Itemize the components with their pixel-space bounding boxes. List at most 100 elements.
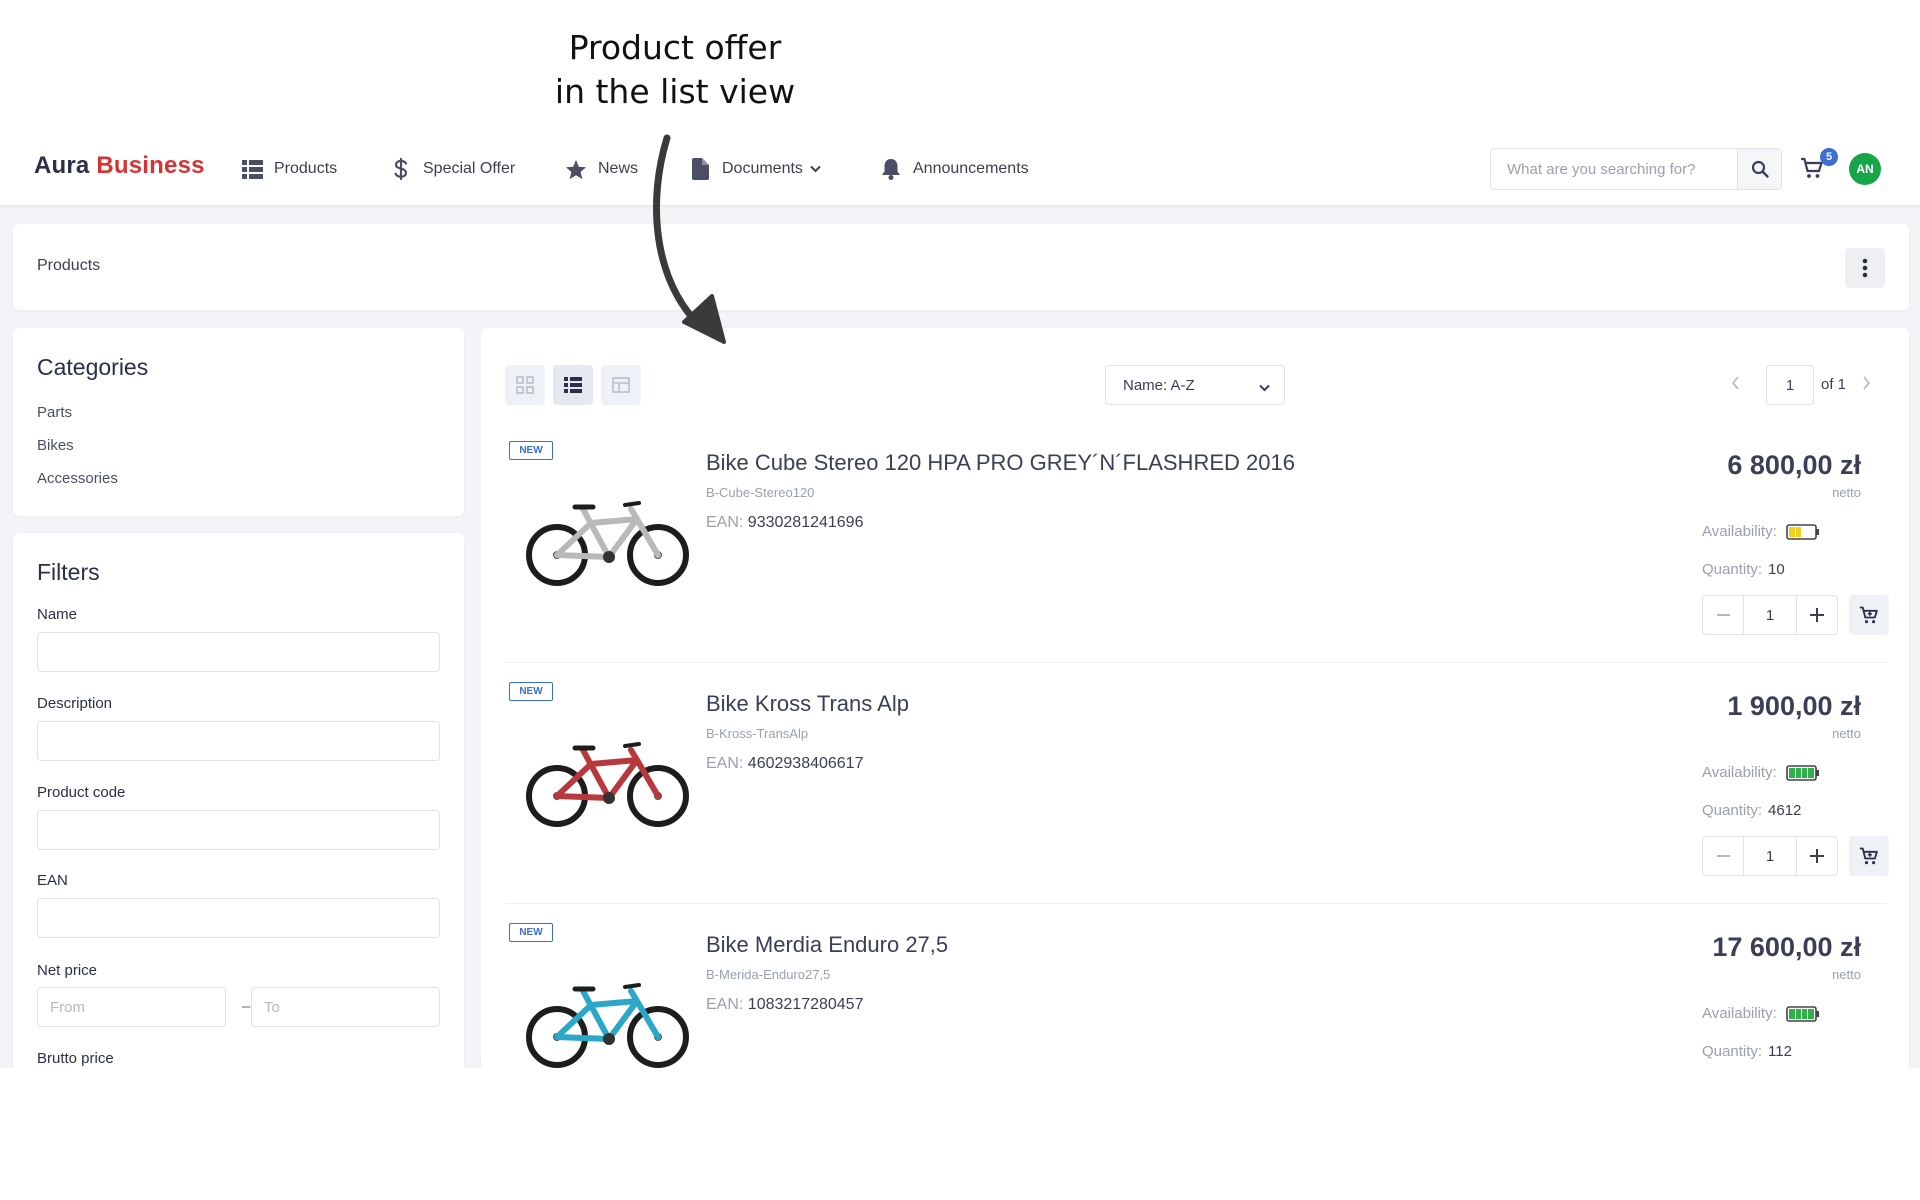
search-icon xyxy=(1751,160,1769,178)
add-to-cart-icon xyxy=(1859,847,1878,865)
stock-quantity: Quantity: 10 xyxy=(1702,561,1785,578)
quantity-label: Quantity: xyxy=(1702,561,1763,578)
quantity-value: 4612 xyxy=(1768,802,1802,819)
stock-quantity: Quantity: 112 xyxy=(1702,1043,1792,1060)
user-avatar[interactable]: AN xyxy=(1849,153,1881,185)
new-badge: NEW xyxy=(509,441,553,460)
annotation-arrow-icon xyxy=(653,134,726,344)
chevron-down-icon xyxy=(1259,379,1270,396)
category-link-accessories[interactable]: Accessories xyxy=(37,470,118,487)
pagination-prev-button[interactable] xyxy=(1731,376,1740,395)
view-grid-button[interactable] xyxy=(505,365,545,405)
quantity-value: 112 xyxy=(1768,1043,1792,1060)
filter-net-price-from-input[interactable] xyxy=(37,987,226,1027)
filter-description-input[interactable] xyxy=(37,721,440,761)
ean-value: 9330281241696 xyxy=(747,514,864,531)
brand-accent: Business xyxy=(96,152,205,179)
more-options-button[interactable] xyxy=(1845,248,1885,288)
filters-title: Filters xyxy=(37,559,100,585)
view-list-button[interactable] xyxy=(553,365,593,405)
product-row-1: NEW Bike Cube Stereo 120 HPA PRO GREY´N´… xyxy=(505,423,1889,663)
product-name-link[interactable]: Bike Merdia Enduro 27,5 xyxy=(706,932,948,958)
filter-brutto-price-label: Brutto price xyxy=(37,1050,114,1067)
categories-panel: Categories Parts Bikes Accessories xyxy=(13,328,464,516)
filter-description-label: Description xyxy=(37,695,113,712)
search-input[interactable] xyxy=(1491,149,1737,189)
nav-item-news[interactable]: News xyxy=(565,154,638,184)
pagination-page-input[interactable] xyxy=(1766,365,1814,405)
brand-name: Aura xyxy=(34,152,90,179)
minus-icon xyxy=(1716,614,1730,616)
search-button[interactable] xyxy=(1737,149,1781,189)
categories-title: Categories xyxy=(37,354,149,380)
product-price: 1 900,00 zł xyxy=(1727,691,1861,721)
order-quantity-input[interactable] xyxy=(1743,596,1797,634)
pagination-total-label: of 1 xyxy=(1821,376,1847,393)
availability-indicator: Availability: xyxy=(1702,764,1820,781)
minus-icon xyxy=(1716,855,1730,857)
stock-quantity: Quantity: 4612 xyxy=(1702,802,1801,819)
nav-item-special-offer[interactable]: Special Offer xyxy=(390,154,515,184)
product-row-3: NEW Bike Merdia Enduro 27,5 B-Merida-End… xyxy=(505,905,1887,1068)
increase-quantity-button[interactable] xyxy=(1797,596,1837,634)
filter-product-code-input[interactable] xyxy=(37,810,440,850)
decrease-quantity-button[interactable] xyxy=(1703,596,1743,634)
filter-ean-label: EAN xyxy=(37,872,68,889)
annotation-line-2: in the list view xyxy=(554,72,796,111)
nav-item-announcements[interactable]: Announcements xyxy=(880,154,1029,184)
price-type-label: netto xyxy=(1832,726,1861,741)
nav-label-products: Products xyxy=(274,160,338,177)
add-to-cart-button[interactable] xyxy=(1849,836,1889,876)
view-table-button[interactable] xyxy=(601,365,641,405)
product-sku: B-Cube-Stereo120 xyxy=(706,485,815,500)
increase-quantity-button[interactable] xyxy=(1797,837,1837,875)
filter-range-dash: – xyxy=(242,998,251,1015)
category-link-bikes[interactable]: Bikes xyxy=(37,437,74,454)
plus-icon xyxy=(1810,849,1824,863)
table-view-icon xyxy=(612,377,630,393)
nav-label-announcements: Announcements xyxy=(913,160,1029,177)
decrease-quantity-button[interactable] xyxy=(1703,837,1743,875)
availability-label: Availability: xyxy=(1702,523,1777,540)
product-image[interactable] xyxy=(525,489,689,591)
availability-label: Availability: xyxy=(1702,1005,1777,1022)
filter-name-label: Name xyxy=(37,606,78,623)
nav-item-products[interactable]: Products xyxy=(241,154,337,184)
filter-net-price-to-input[interactable] xyxy=(251,987,440,1027)
filter-name-input[interactable] xyxy=(37,632,440,672)
app-window: Aura Business Products Special Offer New… xyxy=(0,134,1920,1068)
battery-icon xyxy=(1785,523,1819,540)
add-to-cart-icon xyxy=(1859,606,1878,624)
quantity-stepper xyxy=(1702,836,1838,876)
add-to-cart-button[interactable] xyxy=(1849,595,1889,635)
pagination-next-button[interactable] xyxy=(1862,376,1871,395)
product-name-link[interactable]: Bike Kross Trans Alp xyxy=(706,691,909,717)
quantity-value: 10 xyxy=(1768,561,1785,578)
breadcrumb-title[interactable]: Products xyxy=(37,257,100,275)
cart-count-badge: 5 xyxy=(1820,148,1838,166)
chevron-down-icon xyxy=(810,160,821,178)
sort-select-value: Name: A-Z xyxy=(1123,376,1195,394)
sort-select[interactable]: Name: A-Z xyxy=(1105,365,1285,405)
order-quantity-input[interactable] xyxy=(1743,837,1797,875)
availability-indicator: Availability: xyxy=(1702,523,1820,540)
product-ean: EAN: 4602938406617 xyxy=(706,755,863,773)
product-name-link[interactable]: Bike Cube Stereo 120 HPA PRO GREY´N´FLAS… xyxy=(706,450,1295,476)
plus-icon xyxy=(1810,608,1824,622)
cart-button[interactable]: 5 xyxy=(1800,148,1838,186)
brand-logo[interactable]: Aura Business xyxy=(34,152,205,180)
nav-label-news: News xyxy=(598,160,639,177)
battery-icon xyxy=(1785,1005,1819,1022)
filter-net-price-label: Net price xyxy=(37,962,98,979)
category-link-parts[interactable]: Parts xyxy=(37,404,72,421)
product-row-2: NEW Bike Kross Trans Alp B-Kross-TransAl… xyxy=(505,664,1889,904)
annotation-caption: Product offer in the list view xyxy=(540,26,810,114)
product-image[interactable] xyxy=(525,730,689,832)
product-ean: EAN: 1083217280457 xyxy=(706,996,863,1014)
filter-ean-input[interactable] xyxy=(37,898,440,938)
nav-label-special-offer: Special Offer xyxy=(423,160,516,177)
annotation-line-1: Product offer xyxy=(568,28,782,67)
price-type-label: netto xyxy=(1832,967,1861,982)
availability-indicator: Availability: xyxy=(1702,1005,1820,1022)
product-image[interactable] xyxy=(525,971,689,1068)
